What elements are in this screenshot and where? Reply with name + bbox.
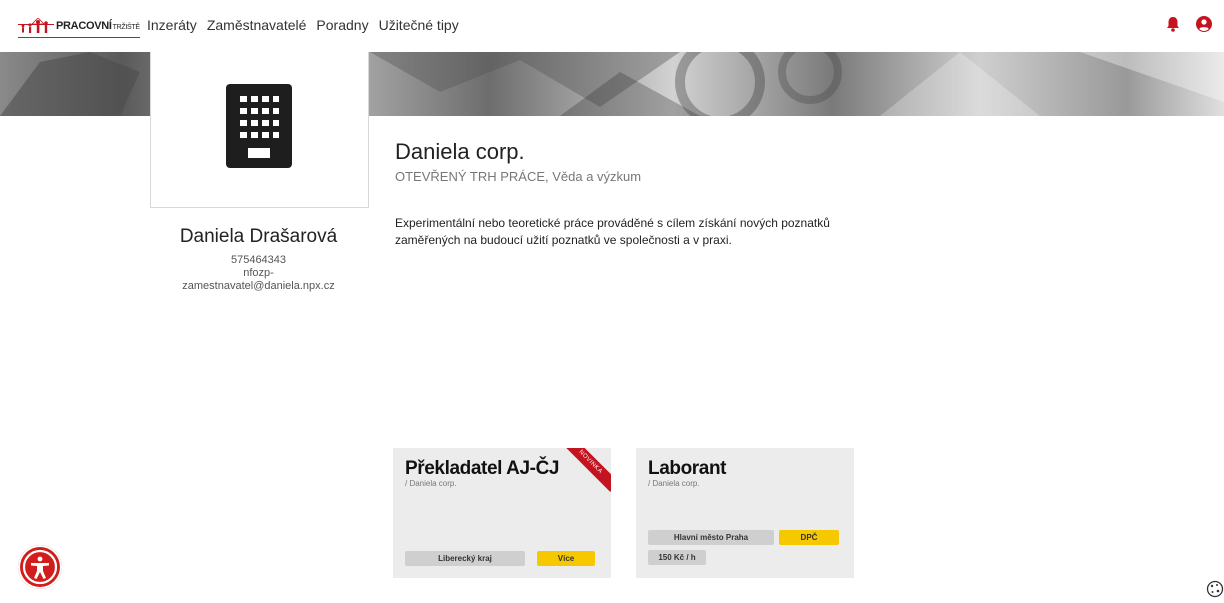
- nav-item-poradny[interactable]: Poradny: [316, 17, 368, 33]
- cookie-settings-icon[interactable]: [1206, 580, 1224, 598]
- nav-actions: [1166, 16, 1212, 32]
- contract-type-tag: Více: [537, 551, 595, 566]
- family-figures-icon: [18, 18, 54, 33]
- brand-name: PRACOVNÍTRŽIŠTĚ: [56, 20, 140, 32]
- employer-logo-card: [150, 52, 369, 208]
- nav-item-uzitecne-tipy[interactable]: Užitečné tipy: [379, 17, 459, 33]
- contact-phone: 575464343: [230, 254, 287, 266]
- bell-icon[interactable]: [1166, 16, 1180, 32]
- nav-item-inzeraty[interactable]: Inzeráty: [147, 17, 197, 33]
- region-tag: Liberecký kraj: [405, 551, 525, 566]
- nav-item-zamestnavatele[interactable]: Zaměstnavatelé: [207, 17, 307, 33]
- contact-email-line1: nfozp-: [243, 267, 274, 279]
- accessibility-button[interactable]: [18, 545, 62, 589]
- company-name: Daniela corp.: [395, 139, 525, 164]
- building-icon: [226, 84, 292, 168]
- site-logo[interactable]: PRACOVNÍTRŽIŠTĚ: [18, 17, 140, 38]
- main-menu: Inzeráty Zaměstnavatelé Poradny Užitečné…: [147, 17, 459, 33]
- contact-email-line2: zamestnavatel@daniela.npx.cz: [182, 280, 335, 292]
- logo-underline: [18, 37, 140, 38]
- top-navbar: PRACOVNÍTRŽIŠTĚ Inzeráty Zaměstnavatelé …: [0, 0, 1224, 52]
- job-company: / Daniela corp.: [405, 479, 457, 488]
- job-title[interactable]: Překladatel AJ-ČJ: [405, 458, 559, 480]
- job-title[interactable]: Laborant: [648, 458, 726, 480]
- contract-type-tag: DPČ: [779, 530, 839, 545]
- region-tag: Hlavní město Praha: [648, 530, 774, 545]
- new-ribbon: NOVINKA: [563, 448, 611, 496]
- company-header: Daniela corp. OTEVŘENÝ TRH PRÁCE, Věda a…: [395, 139, 641, 184]
- company-category: OTEVŘENÝ TRH PRÁCE, Věda a výzkum: [395, 169, 642, 184]
- contact-person: Daniela Drašarová 575464343 nfozp- zames…: [150, 226, 367, 293]
- contact-name: Daniela Drašarová: [179, 226, 338, 247]
- job-card[interactable]: Překladatel AJ-ČJ / Daniela corp. NOVINK…: [393, 448, 611, 578]
- new-ribbon-label: NOVINKA: [563, 448, 611, 492]
- wage-tag: 150 Kč / h: [648, 550, 706, 565]
- job-company: / Daniela corp.: [648, 479, 700, 488]
- accessibility-icon: [22, 549, 58, 585]
- company-description: Experimentální nebo teoretické práce pro…: [395, 216, 830, 247]
- user-circle-icon[interactable]: [1196, 16, 1212, 32]
- job-card[interactable]: Laborant / Daniela corp. Hlavní město Pr…: [636, 448, 854, 578]
